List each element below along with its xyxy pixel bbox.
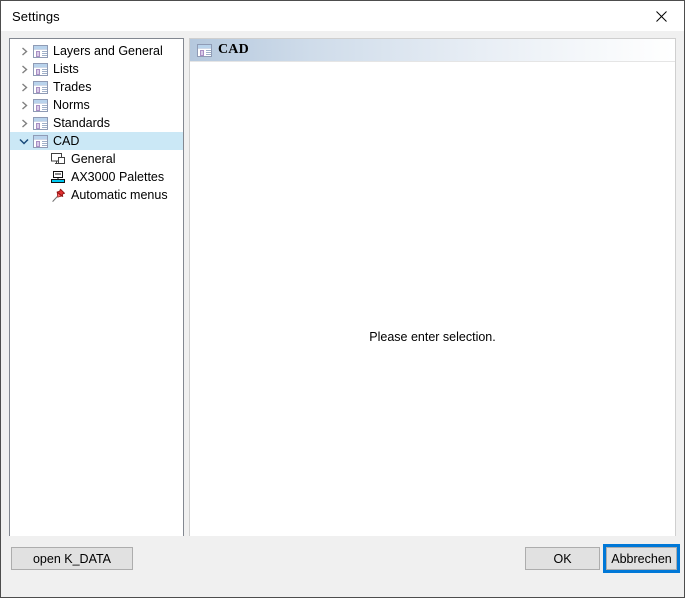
settings-node-icon xyxy=(32,97,48,113)
settings-tree: Layers and General Lists Trades Norms St… xyxy=(10,39,183,204)
tree-item-layers-and-general[interactable]: Layers and General xyxy=(10,42,183,60)
chevron-right-icon xyxy=(21,64,28,74)
detail-panel-body: Please enter selection. xyxy=(190,62,675,559)
monitor-copy-icon xyxy=(50,151,66,167)
window-title: Settings xyxy=(12,8,60,24)
tree-item-label: CAD xyxy=(53,134,80,148)
detail-panel: CAD Please enter selection. xyxy=(189,38,676,560)
expander-lists[interactable] xyxy=(16,60,32,78)
tree-item-label: Trades xyxy=(53,80,92,94)
tree-item-lists[interactable]: Lists xyxy=(10,60,183,78)
chevron-right-icon xyxy=(21,46,28,56)
expander-norms[interactable] xyxy=(16,96,32,114)
tree-item-label: Norms xyxy=(53,98,90,112)
settings-node-icon xyxy=(32,115,48,131)
expander-standards[interactable] xyxy=(16,114,32,132)
close-icon xyxy=(656,10,667,22)
empty-state-message: Please enter selection. xyxy=(369,330,496,344)
settings-node-icon xyxy=(32,79,48,95)
close-button[interactable] xyxy=(639,1,684,31)
tree-item-label: AX3000 Palettes xyxy=(71,170,165,184)
tree-item-label: Standards xyxy=(53,116,110,130)
tree-item-general[interactable]: General xyxy=(10,150,183,168)
tree-item-ax3000-palettes[interactable]: AX3000 Palettes xyxy=(10,168,183,186)
settings-node-icon xyxy=(32,133,48,149)
settings-node-icon xyxy=(196,42,212,58)
tree-item-label: Layers and General xyxy=(53,44,163,58)
tree-item-cad[interactable]: CAD xyxy=(10,132,183,150)
tree-item-automatic-menus[interactable]: Automatic menus xyxy=(10,186,183,204)
detail-panel-header: CAD xyxy=(190,39,675,62)
chevron-right-icon xyxy=(21,118,28,128)
expander-layers-and-general[interactable] xyxy=(16,42,32,60)
chevron-down-icon xyxy=(19,138,29,145)
tree-item-trades[interactable]: Trades xyxy=(10,78,183,96)
tree-item-norms[interactable]: Norms xyxy=(10,96,183,114)
tree-item-label: Lists xyxy=(53,62,79,76)
expander-cad[interactable] xyxy=(16,132,32,150)
tree-item-standards[interactable]: Standards xyxy=(10,114,183,132)
pushpin-icon xyxy=(50,187,66,203)
expander-trades[interactable] xyxy=(16,78,32,96)
ok-button[interactable]: OK xyxy=(525,547,600,570)
tree-item-label: General xyxy=(71,152,116,166)
settings-node-icon xyxy=(32,61,48,77)
tree-item-label: Automatic menus xyxy=(71,188,168,202)
chevron-right-icon xyxy=(21,100,28,110)
dialog-client-area: Layers and General Lists Trades Norms St… xyxy=(1,31,684,597)
open-k-data-button[interactable]: open K_DATA xyxy=(11,547,133,570)
detail-panel-title: CAD xyxy=(218,42,249,57)
cancel-button-label: Abbrechen xyxy=(606,547,677,570)
chevron-right-icon xyxy=(21,82,28,92)
settings-dialog: Settings Layers and General Lists Trades… xyxy=(0,0,685,598)
cancel-button[interactable]: Abbrechen xyxy=(603,544,680,573)
palette-monitor-icon xyxy=(50,169,66,185)
title-bar: Settings xyxy=(1,1,684,31)
settings-node-icon xyxy=(32,43,48,59)
settings-tree-panel[interactable]: Layers and General Lists Trades Norms St… xyxy=(9,38,184,560)
dialog-footer: open K_DATA OK Abbrechen xyxy=(1,536,684,597)
